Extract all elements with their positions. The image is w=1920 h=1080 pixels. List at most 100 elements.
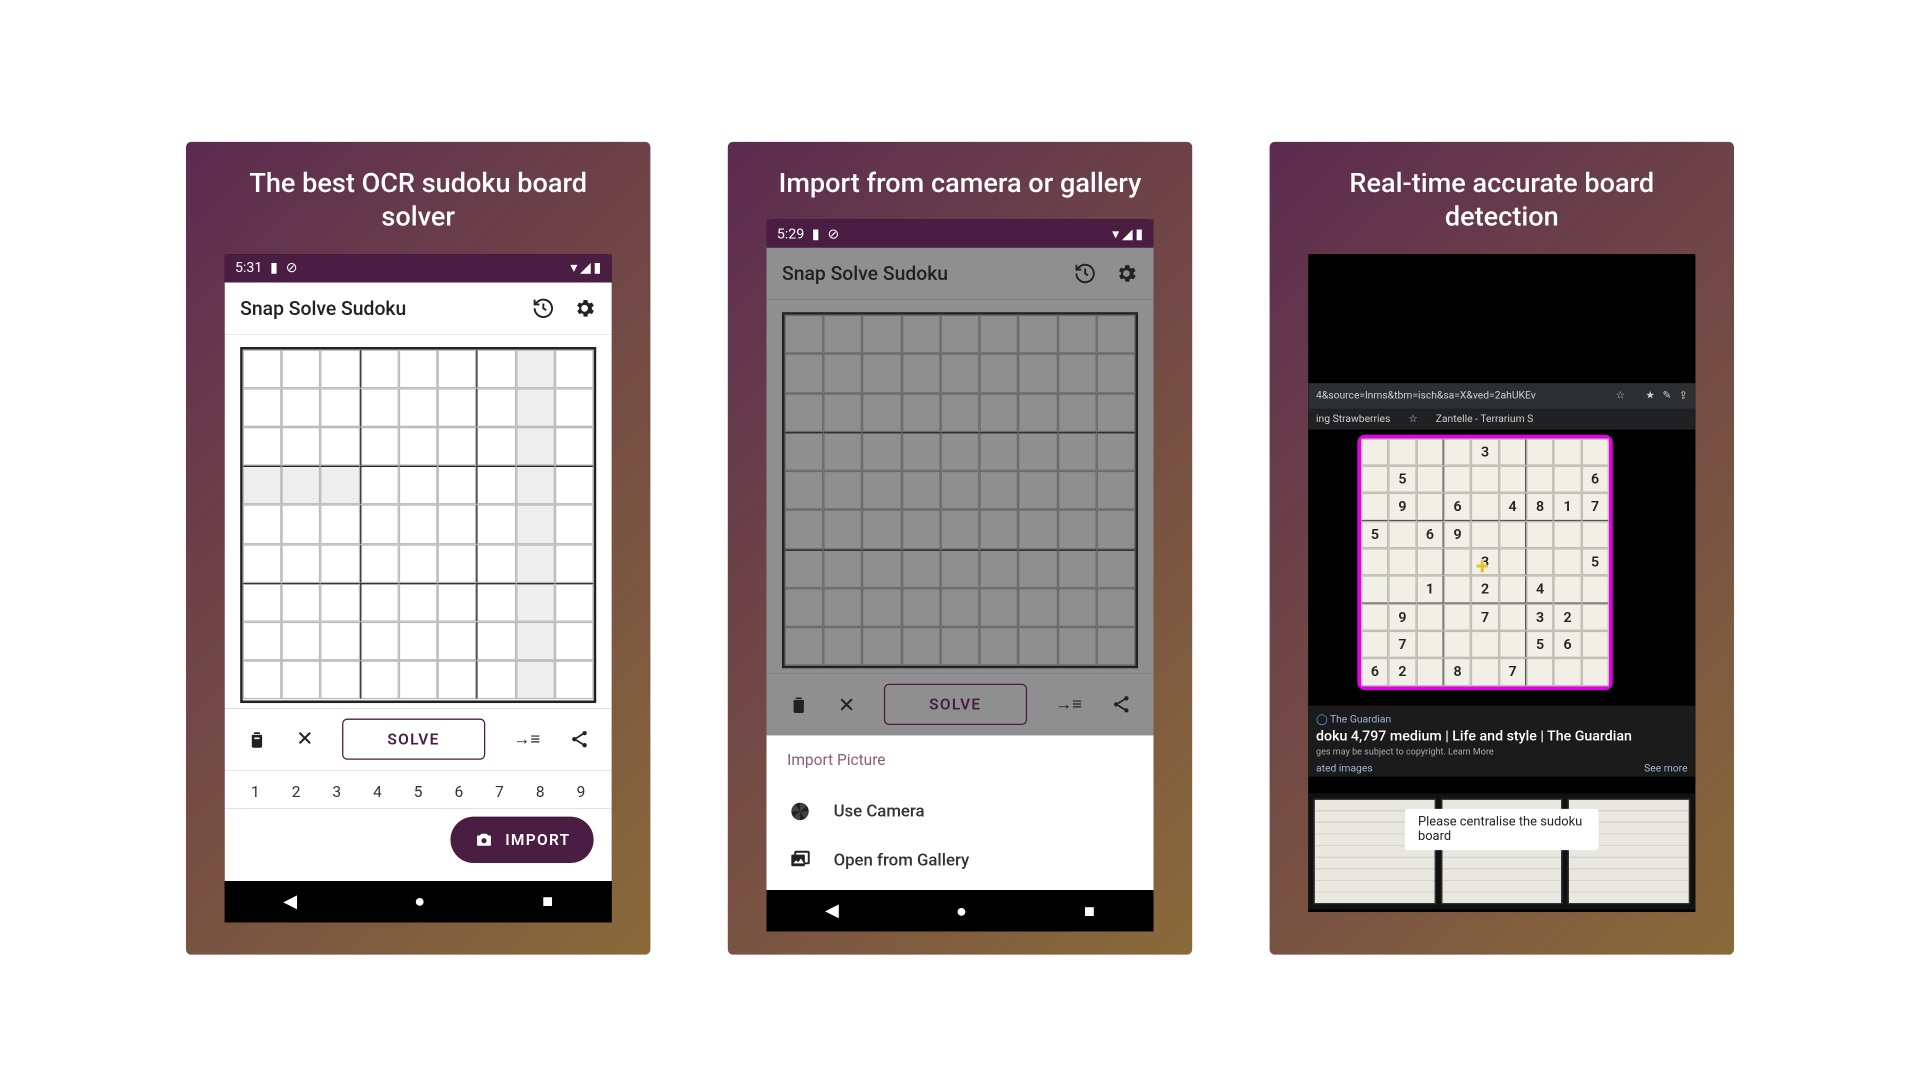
sudoku-cell[interactable] <box>399 622 438 661</box>
sudoku-cell[interactable] <box>516 505 555 544</box>
sudoku-cell[interactable] <box>438 466 477 505</box>
sudoku-cell[interactable] <box>516 583 555 622</box>
sudoku-cell[interactable] <box>399 466 438 505</box>
sudoku-cell[interactable] <box>243 622 282 661</box>
sudoku-cell[interactable] <box>477 505 516 544</box>
sudoku-cell[interactable] <box>282 661 321 700</box>
number-key[interactable]: 4 <box>373 782 382 800</box>
number-key[interactable]: 3 <box>332 782 341 800</box>
sudoku-cell[interactable] <box>555 427 594 466</box>
settings-icon[interactable] <box>573 296 596 319</box>
sudoku-cell[interactable] <box>321 505 360 544</box>
sudoku-cell[interactable] <box>360 388 399 427</box>
sudoku-cell[interactable] <box>399 349 438 388</box>
sudoku-cell[interactable] <box>321 661 360 700</box>
sudoku-cell[interactable] <box>360 349 399 388</box>
sudoku-cell[interactable] <box>477 622 516 661</box>
sudoku-cell[interactable] <box>438 388 477 427</box>
sudoku-cell[interactable] <box>555 388 594 427</box>
sudoku-cell[interactable] <box>399 661 438 700</box>
sudoku-cell[interactable] <box>282 583 321 622</box>
sudoku-cell[interactable] <box>321 466 360 505</box>
nav-home-icon[interactable]: ● <box>956 900 967 922</box>
number-key[interactable]: 1 <box>251 782 260 800</box>
sudoku-cell[interactable] <box>438 544 477 583</box>
sudoku-cell[interactable] <box>555 466 594 505</box>
sudoku-cell[interactable] <box>360 544 399 583</box>
sudoku-cell[interactable] <box>438 349 477 388</box>
number-key[interactable]: 6 <box>454 782 463 800</box>
number-key[interactable]: 5 <box>414 782 423 800</box>
sudoku-cell[interactable] <box>243 349 282 388</box>
sudoku-cell[interactable] <box>243 388 282 427</box>
history-icon[interactable] <box>1074 262 1097 285</box>
sheet-item-camera[interactable]: Use Camera <box>787 787 1133 836</box>
sheet-item-gallery[interactable]: Open from Gallery <box>787 836 1133 885</box>
sudoku-cell[interactable] <box>477 661 516 700</box>
nav-back-icon[interactable]: ◀ <box>825 901 839 922</box>
nav-back-icon[interactable]: ◀ <box>283 891 297 912</box>
sudoku-board[interactable] <box>225 333 612 707</box>
sudoku-cell[interactable] <box>321 427 360 466</box>
sudoku-cell[interactable] <box>360 661 399 700</box>
sudoku-cell[interactable] <box>399 427 438 466</box>
sudoku-cell[interactable] <box>243 505 282 544</box>
sudoku-cell[interactable] <box>399 505 438 544</box>
delete-icon[interactable] <box>247 728 268 749</box>
nav-home-icon[interactable]: ● <box>414 890 425 912</box>
solve-button[interactable]: SOLVE <box>342 718 485 759</box>
sudoku-cell[interactable] <box>516 466 555 505</box>
sudoku-cell[interactable] <box>477 427 516 466</box>
sudoku-cell[interactable] <box>360 583 399 622</box>
sudoku-cell[interactable] <box>282 427 321 466</box>
see-more-link[interactable]: See more <box>1644 762 1687 774</box>
sudoku-cell[interactable] <box>282 388 321 427</box>
sudoku-cell[interactable] <box>555 661 594 700</box>
sudoku-cell[interactable] <box>243 544 282 583</box>
sudoku-cell[interactable] <box>438 583 477 622</box>
sudoku-cell[interactable] <box>555 544 594 583</box>
sudoku-cell[interactable] <box>438 661 477 700</box>
sudoku-cell[interactable] <box>360 427 399 466</box>
sudoku-cell[interactable] <box>477 388 516 427</box>
sudoku-cell[interactable] <box>555 622 594 661</box>
sudoku-cell[interactable] <box>243 427 282 466</box>
share-icon[interactable] <box>569 728 590 749</box>
sudoku-cell[interactable] <box>243 661 282 700</box>
sudoku-cell[interactable] <box>477 349 516 388</box>
clear-icon[interactable]: ✕ <box>296 726 313 751</box>
sudoku-cell[interactable] <box>477 544 516 583</box>
sudoku-cell[interactable] <box>282 349 321 388</box>
sudoku-cell[interactable] <box>399 544 438 583</box>
number-key[interactable]: 2 <box>292 782 301 800</box>
sudoku-cell[interactable] <box>516 349 555 388</box>
sudoku-cell[interactable] <box>282 466 321 505</box>
sudoku-cell[interactable] <box>321 544 360 583</box>
sudoku-cell[interactable] <box>438 427 477 466</box>
number-key[interactable]: 9 <box>577 782 586 800</box>
nav-recents-icon[interactable]: ■ <box>1084 900 1095 922</box>
sudoku-cell[interactable] <box>555 583 594 622</box>
sudoku-cell[interactable] <box>282 505 321 544</box>
settings-icon[interactable] <box>1115 262 1138 285</box>
sudoku-cell[interactable] <box>243 583 282 622</box>
sudoku-cell[interactable] <box>555 349 594 388</box>
sudoku-cell[interactable] <box>282 544 321 583</box>
nav-recents-icon[interactable]: ■ <box>542 890 553 912</box>
import-button[interactable]: IMPORT <box>451 816 594 862</box>
sudoku-cell[interactable] <box>516 544 555 583</box>
sudoku-cell[interactable] <box>360 466 399 505</box>
sudoku-cell[interactable] <box>516 388 555 427</box>
number-key[interactable]: 8 <box>536 782 545 800</box>
steps-icon[interactable]: →≡ <box>514 728 541 749</box>
sudoku-cell[interactable] <box>438 622 477 661</box>
sudoku-cell[interactable] <box>321 622 360 661</box>
sudoku-cell[interactable] <box>555 505 594 544</box>
sudoku-cell[interactable] <box>438 505 477 544</box>
sudoku-cell[interactable] <box>516 661 555 700</box>
sudoku-cell[interactable] <box>243 466 282 505</box>
sudoku-cell[interactable] <box>360 505 399 544</box>
number-key[interactable]: 7 <box>495 782 504 800</box>
sudoku-cell[interactable] <box>477 466 516 505</box>
sudoku-cell[interactable] <box>282 622 321 661</box>
